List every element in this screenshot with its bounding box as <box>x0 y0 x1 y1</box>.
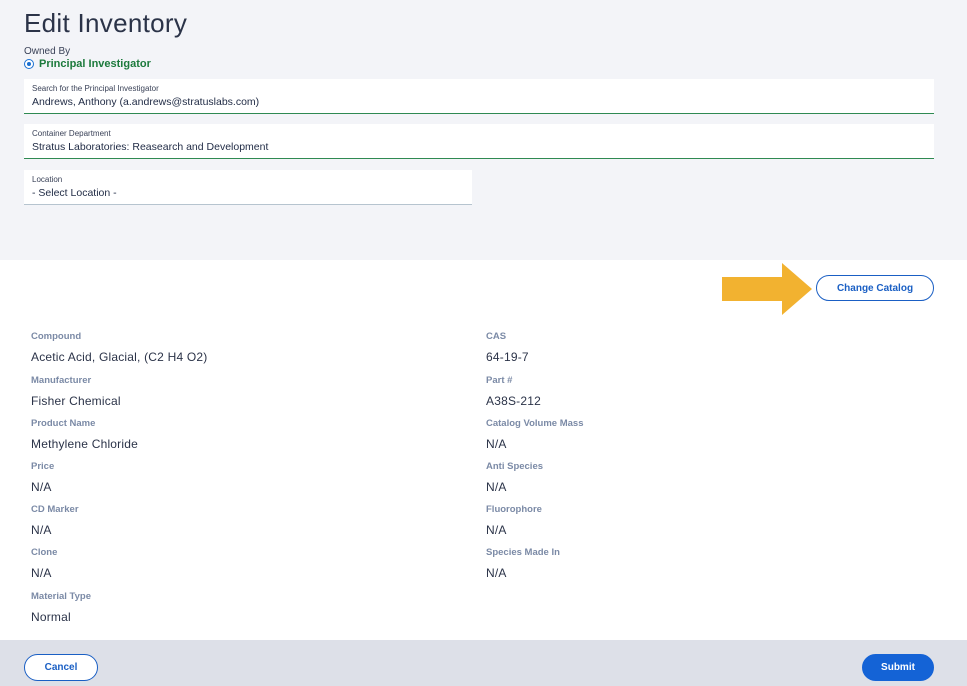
detail-label: Fluorophore <box>486 504 542 515</box>
detail-value: N/A <box>31 566 52 580</box>
detail-catalog-volume-mass: Catalog Volume Mass N/A <box>486 418 584 452</box>
detail-label: Anti Species <box>486 461 544 472</box>
pi-search-field[interactable]: Search for the Principal Investigator An… <box>24 79 934 114</box>
detail-value: Normal <box>31 610 71 624</box>
detail-anti-species: Anti Species N/A <box>486 461 543 495</box>
pi-search-input[interactable]: Andrews, Anthony (a.andrews@stratuslabs.… <box>32 95 926 109</box>
detail-label: Price <box>31 461 55 472</box>
detail-manufacturer: Manufacturer Fisher Chemical <box>31 375 121 409</box>
detail-value: N/A <box>31 480 52 494</box>
detail-fluorophore: Fluorophore N/A <box>486 504 542 538</box>
owned-by-radio-option[interactable]: Principal Investigator <box>24 58 151 70</box>
footer-bar: Cancel Submit <box>0 640 967 686</box>
department-select[interactable]: Stratus Laboratories: Reasearch and Deve… <box>32 140 926 154</box>
detail-label: Catalog Volume Mass <box>486 418 584 429</box>
detail-cas: CAS 64-19-7 <box>486 331 529 365</box>
edit-form-panel: Edit Inventory Owned By Principal Invest… <box>0 0 967 260</box>
detail-value: A38S-212 <box>486 394 541 408</box>
detail-value: Fisher Chemical <box>31 394 121 408</box>
detail-label: Part # <box>486 375 513 386</box>
detail-value: Acetic Acid, Glacial, (C2 H4 O2) <box>31 350 208 364</box>
page-title: Edit Inventory <box>24 8 188 38</box>
detail-price: Price N/A <box>31 461 54 495</box>
detail-label: Species Made In <box>486 547 560 558</box>
detail-value: N/A <box>486 480 507 494</box>
detail-value: N/A <box>486 523 507 537</box>
detail-material-type: Material Type Normal <box>31 591 91 625</box>
location-field[interactable]: Location - Select Location - <box>24 170 472 205</box>
cancel-button[interactable]: Cancel <box>24 654 98 681</box>
detail-value: N/A <box>31 523 52 537</box>
detail-cd-marker: CD Marker N/A <box>31 504 79 538</box>
detail-label: Material Type <box>31 591 92 602</box>
detail-label: CD Marker <box>31 504 79 515</box>
submit-button[interactable]: Submit <box>862 654 934 681</box>
detail-part-number: Part # A38S-212 <box>486 375 541 409</box>
detail-product-name: Product Name Methylene Chloride <box>31 418 138 452</box>
detail-value: 64-19-7 <box>486 350 529 364</box>
detail-label: Product Name <box>31 418 96 429</box>
detail-value: N/A <box>486 437 507 451</box>
location-select[interactable]: - Select Location - <box>32 186 464 200</box>
owned-by-option-label: Principal Investigator <box>39 58 151 70</box>
detail-value: N/A <box>486 566 507 580</box>
detail-clone: Clone N/A <box>31 547 57 581</box>
detail-label: Clone <box>31 547 58 558</box>
location-label: Location <box>32 175 63 184</box>
department-field[interactable]: Container Department Stratus Laboratorie… <box>24 124 934 159</box>
pi-search-label: Search for the Principal Investigator <box>32 84 159 93</box>
radio-selected-icon[interactable] <box>24 59 34 69</box>
detail-label: CAS <box>486 331 507 342</box>
detail-species-made-in: Species Made In N/A <box>486 547 560 581</box>
detail-label: Manufacturer <box>31 375 92 386</box>
highlight-arrow-icon <box>722 263 812 315</box>
detail-compound: Compound Acetic Acid, Glacial, (C2 H4 O2… <box>31 331 207 365</box>
detail-value: Methylene Chloride <box>31 437 138 451</box>
detail-label: Compound <box>31 331 82 342</box>
change-catalog-button[interactable]: Change Catalog <box>816 275 934 301</box>
department-label: Container Department <box>32 129 111 138</box>
owned-by-label: Owned By <box>24 46 71 57</box>
